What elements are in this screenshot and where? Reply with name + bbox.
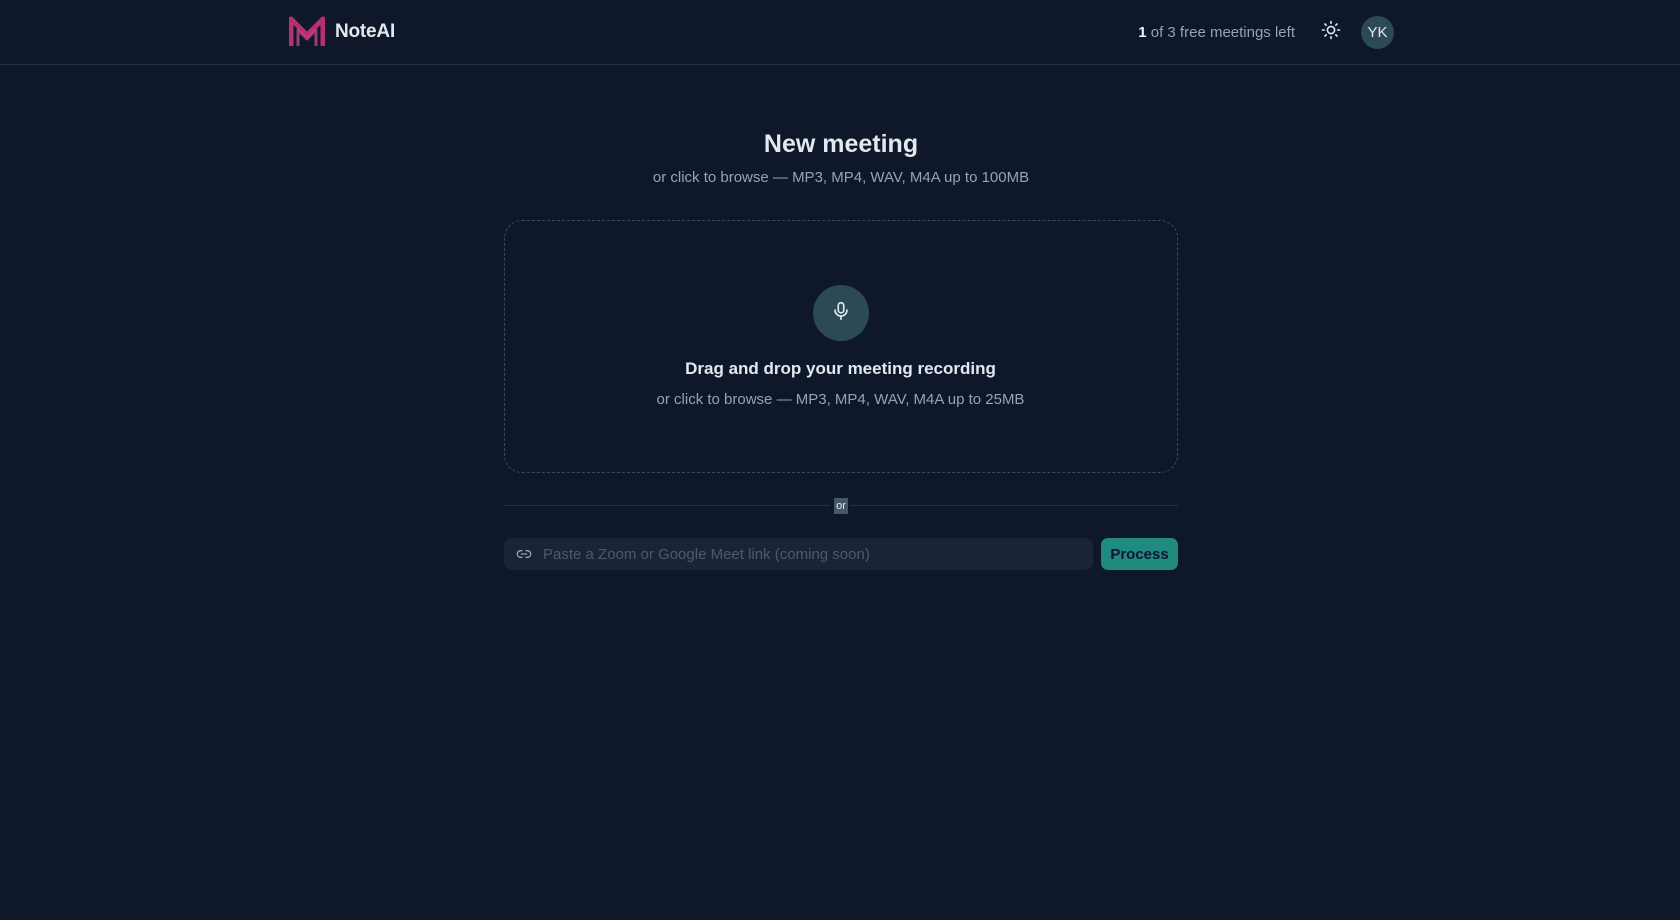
dropzone-title: Drag and drop your meeting recording [685,359,996,378]
process-button[interactable]: Process [1101,538,1178,570]
top-header: NoteAI 1 of 3 free meetings left YK [0,0,1680,65]
divider-label: or [834,498,848,514]
brand-name: NoteAI [335,21,396,42]
microphone-icon [830,300,852,327]
meeting-link-form: Process [504,538,1178,570]
microphone-badge [813,285,869,341]
link-icon [515,545,533,563]
quota-text: of 3 free meetings left [1146,23,1295,41]
page-subtitle: or click to browse — MP3, MP4, WAV, M4A … [652,169,1030,186]
meeting-link-field [504,538,1093,570]
upload-dropzone[interactable]: Drag and drop your meeting recording or … [504,220,1178,473]
m-logo-icon [289,16,325,48]
user-avatar[interactable]: YK [1361,15,1394,49]
quota-count: 1 [1138,23,1147,41]
divider-line-left [504,505,830,506]
brand-home-link[interactable]: NoteAI [289,14,395,50]
theme-toggle-button[interactable] [1315,16,1347,48]
header-actions: 1 of 3 free meetings left YK [1138,15,1394,49]
or-divider: or [504,498,1178,514]
sun-icon [1321,20,1341,45]
meeting-link-input[interactable] [533,538,1093,570]
page-title: New meeting [763,130,919,158]
meeting-quota: 1 of 3 free meetings left [1138,24,1295,41]
dropzone-subtitle: or click to browse — MP3, MP4, WAV, M4A … [656,391,1025,408]
divider-line-right [850,505,1178,506]
